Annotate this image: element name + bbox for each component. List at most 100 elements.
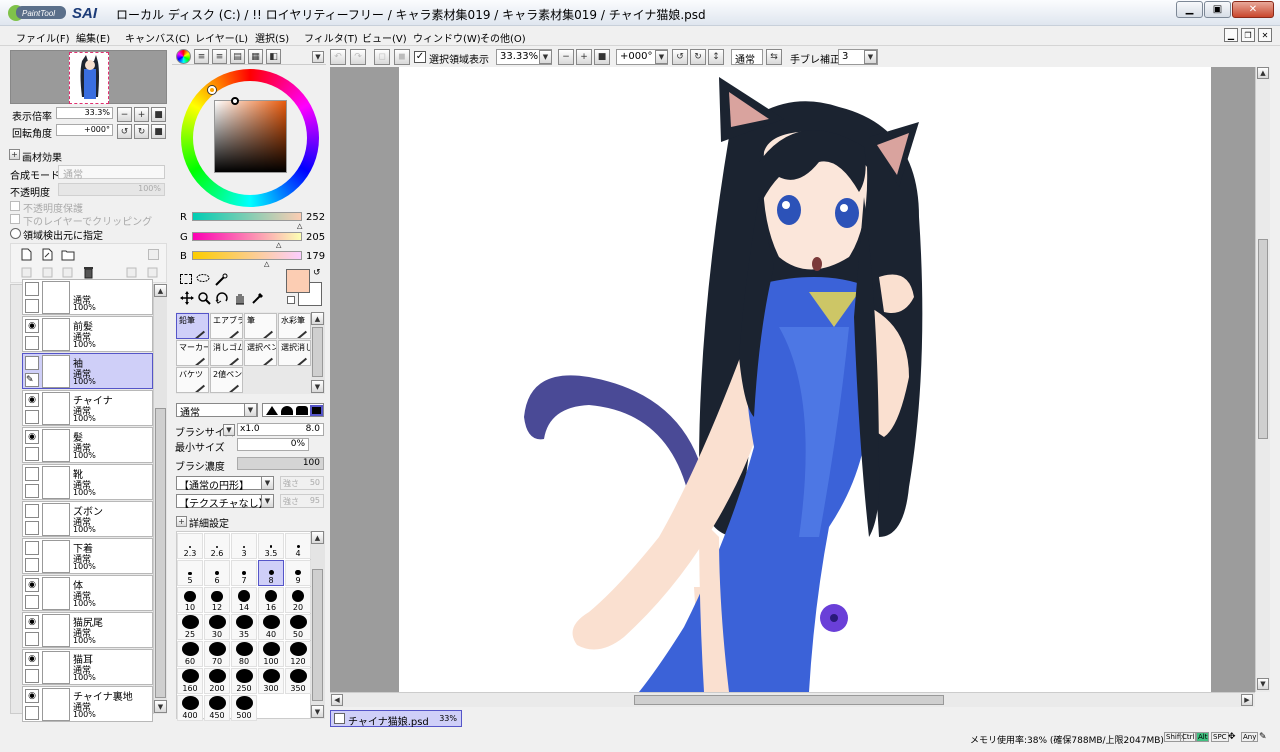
tool-scroll-up-icon[interactable]: ▲ [311, 312, 324, 325]
toolbar-rotate-right-icon[interactable]: ↻ [690, 49, 706, 65]
rotate-right-button[interactable]: ↻ [134, 124, 149, 139]
selection-source-radio[interactable] [10, 228, 21, 239]
transfer-down-icon[interactable] [20, 266, 33, 279]
layer-lock-toggle[interactable] [25, 558, 39, 572]
layer-row[interactable]: 下着 通常 100% [22, 538, 153, 574]
panel-menu-icon[interactable]: ▼ [312, 51, 324, 63]
toolbar-rotate-reset-icon[interactable]: ↕ [708, 49, 724, 65]
brush-size-option[interactable]: 350 [285, 668, 311, 694]
layer-lock-toggle[interactable] [25, 447, 39, 461]
new-folder-icon[interactable] [61, 248, 75, 261]
layer-row[interactable]: ◉ チャイナ 通常 100% [22, 390, 153, 426]
saturation-value-square[interactable] [214, 100, 287, 173]
mdi-close-button[interactable]: ✕ [1258, 28, 1272, 42]
trash-icon[interactable] [82, 266, 95, 279]
merge-down-icon[interactable] [41, 266, 54, 279]
size-scroll-up-icon[interactable]: ▲ [311, 531, 324, 544]
red-slider[interactable] [192, 212, 302, 221]
mdi-restore-button[interactable]: ❐ [1241, 28, 1255, 42]
tool-button[interactable]: 2値ペン [210, 367, 243, 393]
tool-button[interactable]: 選択ペン [244, 340, 277, 366]
rotate-reset-button[interactable]: ■ [151, 124, 166, 139]
gradient-mode-icon[interactable]: ▤ [230, 49, 245, 64]
show-selection-checkbox[interactable]: ✓ [414, 51, 426, 63]
brush-size-option[interactable]: 7 [231, 560, 257, 586]
visibility-toggle[interactable] [25, 356, 39, 370]
new-layer-icon[interactable] [20, 248, 33, 261]
magic-wand-icon[interactable] [214, 273, 228, 286]
zoom-reset-button[interactable]: ■ [151, 107, 166, 122]
transparent-color-icon[interactable] [287, 296, 295, 304]
brush-texture-select[interactable]: 【テクスチャなし】 [176, 494, 274, 510]
tool-button[interactable]: マーカー [176, 340, 209, 366]
layer-row[interactable]: ◉ 猫耳 通常 100% [22, 649, 153, 685]
stabilizer-dropdown-icon[interactable]: ▼ [864, 50, 877, 64]
brush-texture-dropdown-icon[interactable]: ▼ [261, 494, 274, 508]
brush-size-option[interactable]: 120 [285, 641, 311, 667]
lasso-icon[interactable] [196, 273, 210, 286]
layer-row[interactable]: ✎ 袖通常 100% [22, 353, 153, 389]
canvas-scroll-up-icon[interactable]: ▲ [1257, 67, 1269, 79]
tool-button[interactable]: 筆 [244, 313, 277, 339]
opacity-slider[interactable]: 100% [58, 183, 165, 196]
edge-sharp-icon[interactable] [266, 406, 278, 415]
texture-effect-label[interactable]: 画材効果 [22, 149, 62, 164]
tool-scroll-down-icon[interactable]: ▼ [311, 380, 324, 393]
eye-icon[interactable]: ◉ [25, 319, 39, 333]
redo-icon[interactable]: ↷ [350, 49, 366, 65]
brush-size-option[interactable]: 14 [231, 587, 257, 613]
brush-size-mult-dropdown-icon[interactable]: ▼ [223, 424, 235, 436]
size-grid-scrollbar[interactable]: ▲ ▼ [311, 531, 325, 719]
menu-select[interactable]: 選択(S) [255, 30, 289, 45]
brush-lock-icon[interactable]: ✎ [25, 373, 39, 387]
preserve-opacity-checkbox[interactable] [10, 201, 20, 211]
size-scroll-thumb[interactable] [312, 569, 323, 701]
canvas-vscroll-thumb[interactable] [1258, 239, 1268, 439]
toolbar-zoom-reset-icon[interactable]: ■ [594, 49, 610, 65]
zoom-in-button[interactable]: + [134, 107, 149, 122]
menu-view[interactable]: ビュー(V) [362, 30, 407, 45]
menu-file[interactable]: ファイル(F) [16, 30, 70, 45]
brush-size-option[interactable]: 20 [285, 587, 311, 613]
flip-horizontal-icon[interactable]: ⇆ [766, 49, 782, 65]
view-mode-button[interactable]: 通常 [731, 49, 763, 66]
shape-strength-slider[interactable]: 強さ 50 [280, 476, 324, 490]
clear-layer-icon[interactable] [61, 266, 74, 279]
canvas-vertical-scrollbar[interactable]: ▲ ▼ [1255, 67, 1270, 692]
layer-mask-icon[interactable] [125, 266, 138, 279]
eye-icon[interactable]: ◉ [25, 578, 39, 592]
brush-size-option[interactable]: 16 [258, 587, 284, 613]
texture-strength-slider[interactable]: 強さ 95 [280, 494, 324, 508]
clip-lower-checkbox[interactable] [10, 214, 20, 224]
toolbar-zoom-in-icon[interactable]: + [576, 49, 592, 65]
brush-size-slider[interactable]: x1.0 8.0 [237, 423, 324, 436]
navigator-preview[interactable] [10, 50, 167, 104]
brush-size-option[interactable]: 80 [231, 641, 257, 667]
rgb-slider-mode-icon[interactable]: ≡ [194, 49, 209, 64]
layer-scroll-thumb[interactable] [155, 408, 166, 698]
canvas-horizontal-scrollbar[interactable]: ◀ ▶ [330, 692, 1255, 707]
brush-size-option[interactable]: 6 [204, 560, 230, 586]
deselect-icon[interactable]: ◻ [374, 49, 390, 65]
brush-size-option[interactable]: 500 [231, 695, 257, 721]
layer-row[interactable]: ◉ チャイナ裏地 通常 100% [22, 686, 153, 722]
move-icon[interactable] [180, 291, 194, 305]
brush-size-option[interactable]: 4 [285, 533, 311, 559]
brush-size-option[interactable]: 60 [177, 641, 203, 667]
blue-slider-handle[interactable]: △ [264, 260, 269, 268]
brush-size-option[interactable]: 12 [204, 587, 230, 613]
new-linework-layer-icon[interactable] [41, 248, 54, 261]
rect-select-icon[interactable] [180, 274, 192, 284]
zoom-slider[interactable]: 33.3% [56, 107, 113, 119]
layer-row[interactable]: 靴通常 100% [22, 464, 153, 500]
layer-lock-toggle[interactable] [25, 410, 39, 424]
menu-edit[interactable]: 編集(E) [76, 30, 110, 45]
layer-lock-toggle[interactable] [25, 595, 39, 609]
eye-icon[interactable]: ◉ [25, 615, 39, 629]
scroll-up-icon[interactable]: ▲ [154, 284, 167, 297]
layer-lock-toggle[interactable] [25, 336, 39, 350]
close-button[interactable]: ✕ [1232, 1, 1274, 18]
zoom-tool-icon[interactable] [197, 291, 211, 305]
brush-size-option[interactable]: 450 [204, 695, 230, 721]
green-slider[interactable] [192, 232, 302, 241]
